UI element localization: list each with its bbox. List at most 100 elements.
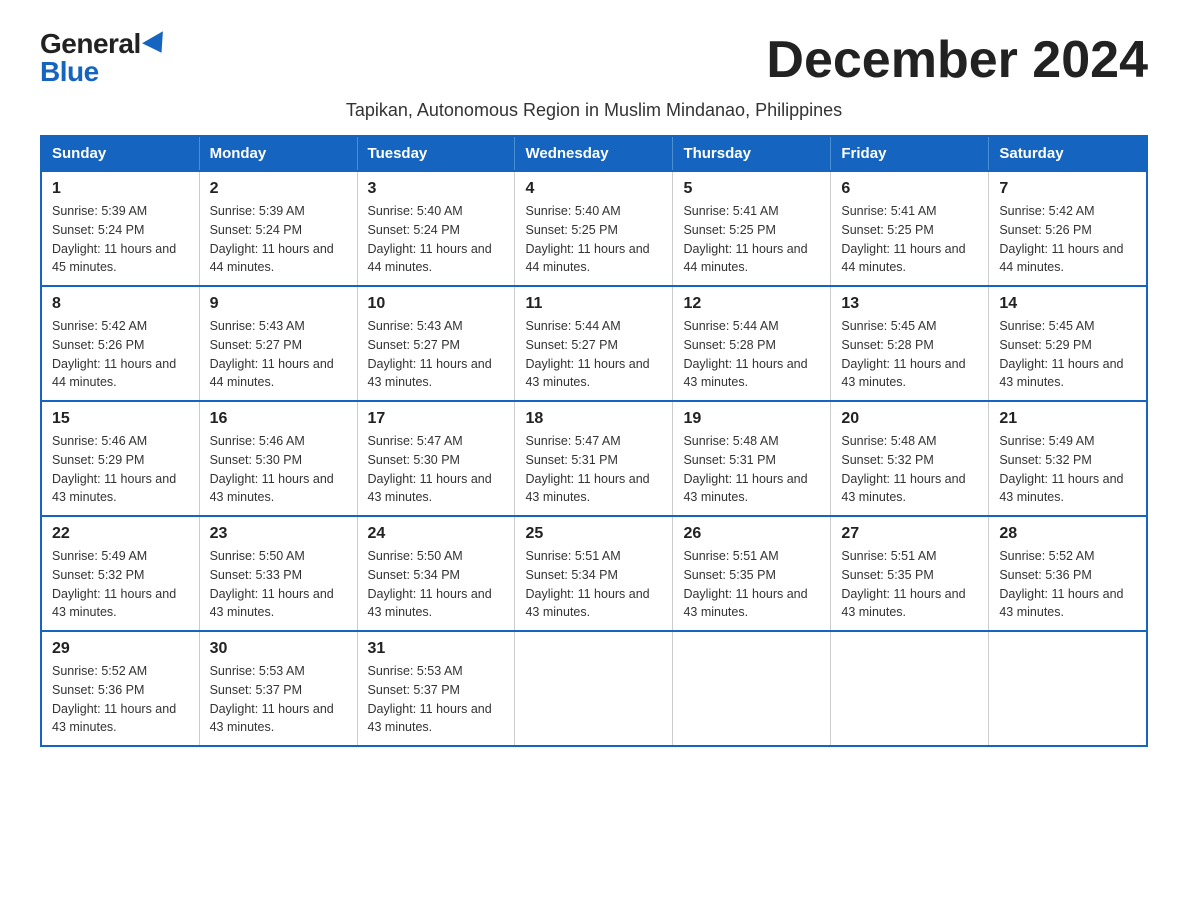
- calendar-cell: 5 Sunrise: 5:41 AMSunset: 5:25 PMDaylight…: [673, 171, 831, 286]
- calendar-cell: 11 Sunrise: 5:44 AMSunset: 5:27 PMDayligh…: [515, 286, 673, 401]
- calendar-week-row: 8 Sunrise: 5:42 AMSunset: 5:26 PMDaylight…: [41, 286, 1147, 401]
- calendar-cell: 18Sunrise: 5:47 AMSunset: 5:31 PMDayligh…: [515, 401, 673, 516]
- day-number: 10: [368, 295, 505, 313]
- calendar-table: SundayMondayTuesdayWednesdayThursdayFrid…: [40, 135, 1148, 747]
- day-info: Sunrise: 5:43 AMSunset: 5:27 PMDaylight:…: [210, 317, 347, 392]
- day-number: 28: [999, 525, 1136, 543]
- calendar-header-saturday: Saturday: [989, 136, 1147, 171]
- day-number: 3: [368, 180, 505, 198]
- calendar-cell: 14Sunrise: 5:45 AMSunset: 5:29 PMDayligh…: [989, 286, 1147, 401]
- calendar-cell: 1 Sunrise: 5:39 AMSunset: 5:24 PMDaylight…: [41, 171, 199, 286]
- day-info: Sunrise: 5:53 AMSunset: 5:37 PMDaylight:…: [210, 662, 347, 737]
- calendar-cell: 31 Sunrise: 5:53 AMSunset: 5:37 PMDayligh…: [357, 631, 515, 746]
- day-number: 30: [210, 640, 347, 658]
- day-number: 25: [525, 525, 662, 543]
- calendar-header-sunday: Sunday: [41, 136, 199, 171]
- day-number: 29: [52, 640, 189, 658]
- day-info: Sunrise: 5:47 AMSunset: 5:31 PMDaylight:…: [525, 432, 662, 507]
- logo-general-text: General: [40, 28, 141, 59]
- calendar-cell: 2 Sunrise: 5:39 AMSunset: 5:24 PMDaylight…: [199, 171, 357, 286]
- calendar-week-row: 15 Sunrise: 5:46 AMSunset: 5:29 PMDayligh…: [41, 401, 1147, 516]
- logo-triangle-icon: [142, 31, 172, 59]
- day-number: 17: [368, 410, 505, 428]
- day-number: 31: [368, 640, 505, 658]
- day-number: 11: [525, 295, 662, 313]
- day-info: Sunrise: 5:40 AMSunset: 5:25 PMDaylight:…: [525, 202, 662, 277]
- calendar-header-row: SundayMondayTuesdayWednesdayThursdayFrid…: [41, 136, 1147, 171]
- day-number: 27: [841, 525, 978, 543]
- day-number: 22: [52, 525, 189, 543]
- day-info: Sunrise: 5:44 AMSunset: 5:28 PMDaylight:…: [683, 317, 820, 392]
- calendar-cell: 13 Sunrise: 5:45 AMSunset: 5:28 PMDayligh…: [831, 286, 989, 401]
- day-info: Sunrise: 5:51 AMSunset: 5:35 PMDaylight:…: [841, 547, 978, 622]
- day-number: 1: [52, 180, 189, 198]
- calendar-header-tuesday: Tuesday: [357, 136, 515, 171]
- day-info: Sunrise: 5:52 AMSunset: 5:36 PMDaylight:…: [52, 662, 189, 737]
- calendar-cell: 10 Sunrise: 5:43 AMSunset: 5:27 PMDayligh…: [357, 286, 515, 401]
- day-number: 20: [841, 410, 978, 428]
- logo: General Blue: [40, 30, 169, 86]
- calendar-cell: [831, 631, 989, 746]
- calendar-cell: 26Sunrise: 5:51 AMSunset: 5:35 PMDayligh…: [673, 516, 831, 631]
- day-number: 15: [52, 410, 189, 428]
- calendar-header-thursday: Thursday: [673, 136, 831, 171]
- day-info: Sunrise: 5:49 AMSunset: 5:32 PMDaylight:…: [999, 432, 1136, 507]
- day-number: 4: [525, 180, 662, 198]
- day-info: Sunrise: 5:42 AMSunset: 5:26 PMDaylight:…: [52, 317, 189, 392]
- calendar-cell: 21Sunrise: 5:49 AMSunset: 5:32 PMDayligh…: [989, 401, 1147, 516]
- calendar-cell: 29 Sunrise: 5:52 AMSunset: 5:36 PMDayligh…: [41, 631, 199, 746]
- day-info: Sunrise: 5:39 AMSunset: 5:24 PMDaylight:…: [52, 202, 189, 277]
- calendar-cell: 12Sunrise: 5:44 AMSunset: 5:28 PMDayligh…: [673, 286, 831, 401]
- day-info: Sunrise: 5:39 AMSunset: 5:24 PMDaylight:…: [210, 202, 347, 277]
- day-info: Sunrise: 5:48 AMSunset: 5:31 PMDaylight:…: [683, 432, 820, 507]
- day-info: Sunrise: 5:50 AMSunset: 5:34 PMDaylight:…: [368, 547, 505, 622]
- day-number: 16: [210, 410, 347, 428]
- calendar-cell: 23Sunrise: 5:50 AMSunset: 5:33 PMDayligh…: [199, 516, 357, 631]
- day-info: Sunrise: 5:45 AMSunset: 5:28 PMDaylight:…: [841, 317, 978, 392]
- calendar-cell: [989, 631, 1147, 746]
- day-number: 7: [999, 180, 1136, 198]
- calendar-cell: 25 Sunrise: 5:51 AMSunset: 5:34 PMDayligh…: [515, 516, 673, 631]
- calendar-cell: 28Sunrise: 5:52 AMSunset: 5:36 PMDayligh…: [989, 516, 1147, 631]
- day-info: Sunrise: 5:45 AMSunset: 5:29 PMDaylight:…: [999, 317, 1136, 392]
- day-info: Sunrise: 5:44 AMSunset: 5:27 PMDaylight:…: [525, 317, 662, 392]
- day-info: Sunrise: 5:51 AMSunset: 5:34 PMDaylight:…: [525, 547, 662, 622]
- calendar-cell: [515, 631, 673, 746]
- calendar-header-monday: Monday: [199, 136, 357, 171]
- day-number: 23: [210, 525, 347, 543]
- day-number: 2: [210, 180, 347, 198]
- calendar-week-row: 1 Sunrise: 5:39 AMSunset: 5:24 PMDaylight…: [41, 171, 1147, 286]
- calendar-cell: 4 Sunrise: 5:40 AMSunset: 5:25 PMDaylight…: [515, 171, 673, 286]
- day-info: Sunrise: 5:41 AMSunset: 5:25 PMDaylight:…: [841, 202, 978, 277]
- calendar-cell: 24Sunrise: 5:50 AMSunset: 5:34 PMDayligh…: [357, 516, 515, 631]
- calendar-cell: 6 Sunrise: 5:41 AMSunset: 5:25 PMDaylight…: [831, 171, 989, 286]
- day-info: Sunrise: 5:46 AMSunset: 5:29 PMDaylight:…: [52, 432, 189, 507]
- calendar-week-row: 29 Sunrise: 5:52 AMSunset: 5:36 PMDayligh…: [41, 631, 1147, 746]
- subtitle: Tapikan, Autonomous Region in Muslim Min…: [40, 100, 1148, 121]
- calendar-cell: 17 Sunrise: 5:47 AMSunset: 5:30 PMDayligh…: [357, 401, 515, 516]
- day-info: Sunrise: 5:40 AMSunset: 5:24 PMDaylight:…: [368, 202, 505, 277]
- header: General Blue December 2024: [40, 30, 1148, 90]
- month-title: December 2024: [766, 30, 1148, 90]
- day-number: 6: [841, 180, 978, 198]
- calendar-header-friday: Friday: [831, 136, 989, 171]
- calendar-cell: 30 Sunrise: 5:53 AMSunset: 5:37 PMDayligh…: [199, 631, 357, 746]
- day-info: Sunrise: 5:47 AMSunset: 5:30 PMDaylight:…: [368, 432, 505, 507]
- day-info: Sunrise: 5:48 AMSunset: 5:32 PMDaylight:…: [841, 432, 978, 507]
- day-info: Sunrise: 5:41 AMSunset: 5:25 PMDaylight:…: [683, 202, 820, 277]
- day-info: Sunrise: 5:53 AMSunset: 5:37 PMDaylight:…: [368, 662, 505, 737]
- day-info: Sunrise: 5:43 AMSunset: 5:27 PMDaylight:…: [368, 317, 505, 392]
- calendar-cell: 3 Sunrise: 5:40 AMSunset: 5:24 PMDaylight…: [357, 171, 515, 286]
- calendar-cell: 8 Sunrise: 5:42 AMSunset: 5:26 PMDaylight…: [41, 286, 199, 401]
- calendar-cell: 16 Sunrise: 5:46 AMSunset: 5:30 PMDayligh…: [199, 401, 357, 516]
- day-number: 8: [52, 295, 189, 313]
- calendar-cell: 15 Sunrise: 5:46 AMSunset: 5:29 PMDayligh…: [41, 401, 199, 516]
- calendar-cell: [673, 631, 831, 746]
- calendar-week-row: 22 Sunrise: 5:49 AMSunset: 5:32 PMDayligh…: [41, 516, 1147, 631]
- day-info: Sunrise: 5:46 AMSunset: 5:30 PMDaylight:…: [210, 432, 347, 507]
- calendar-cell: 22 Sunrise: 5:49 AMSunset: 5:32 PMDayligh…: [41, 516, 199, 631]
- day-info: Sunrise: 5:42 AMSunset: 5:26 PMDaylight:…: [999, 202, 1136, 277]
- day-info: Sunrise: 5:49 AMSunset: 5:32 PMDaylight:…: [52, 547, 189, 622]
- day-number: 5: [683, 180, 820, 198]
- day-number: 13: [841, 295, 978, 313]
